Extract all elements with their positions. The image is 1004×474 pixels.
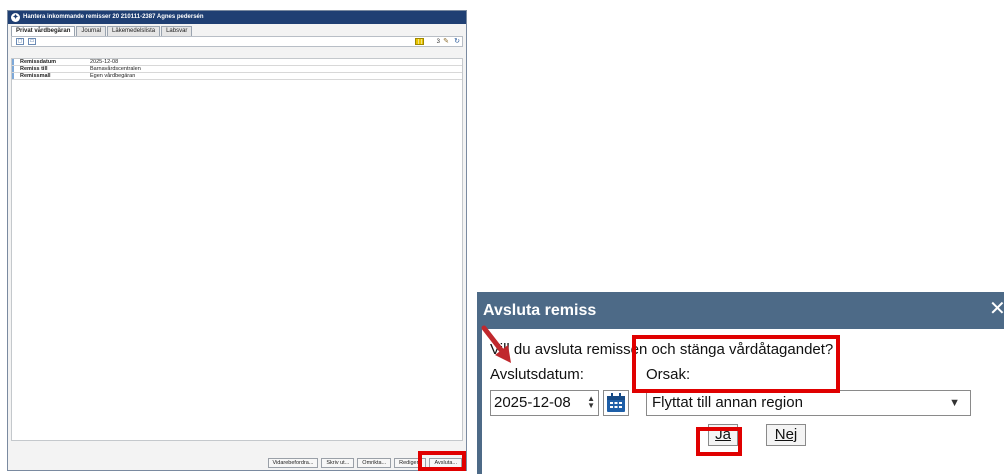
highlight-orsak-field [632, 335, 840, 393]
toolbar: ▢ ▭ 3 ✎ ↻ [11, 36, 463, 47]
referral-details: Remissdatum 2025-12-08 Remiss till Barna… [11, 58, 463, 441]
field-value: Egen vårdbegäran [90, 73, 136, 79]
close-icon[interactable]: ✕ [989, 299, 1004, 319]
field-label: Remiss till [12, 66, 90, 72]
avslutsdatum-input[interactable]: 2025-12-08 ▲ ▼ [490, 390, 599, 416]
window-title-bar: ✦ Hantera inkommande remisser 20 210111-… [8, 11, 466, 24]
field-row: Remissdatum 2025-12-08 [12, 59, 462, 66]
highlight-ja-button [696, 427, 742, 456]
note-icon[interactable]: ▢ [16, 38, 24, 45]
omrikta-button[interactable]: Omrikta... [357, 458, 392, 468]
field-value: 2025-12-08 [90, 59, 119, 65]
vidarebefordra-button[interactable]: Vidarebefordra... [267, 458, 319, 468]
comment-icon[interactable]: ▭ [28, 38, 36, 45]
field-value: Barnavårdscentralen [90, 66, 141, 72]
refresh-icon[interactable]: ↻ [454, 37, 460, 45]
toolbar-count: 3 [436, 39, 440, 45]
window-title: Hantera inkommande remisser 20 210111-23… [23, 14, 204, 20]
nej-button[interactable]: Nej [766, 424, 806, 446]
edit-icon[interactable]: ✎ [443, 37, 449, 45]
spinner-icon[interactable]: ▲ ▼ [587, 395, 595, 410]
bars-icon[interactable] [415, 38, 424, 45]
field-label: Remissmall [12, 73, 90, 79]
calendar-button[interactable] [603, 390, 629, 416]
skriv-ut-button[interactable]: Skriv ut... [321, 458, 355, 468]
footer-buttons: Vidarebefordra... Skriv ut... Omrikta...… [8, 457, 466, 470]
nej-label: Nej [774, 426, 798, 443]
calendar-icon [607, 393, 625, 412]
tab-labsvar[interactable]: Labsvar [161, 26, 193, 36]
tab-journal[interactable]: Journal [76, 26, 107, 36]
field-row: Remiss till Barnavårdscentralen [12, 66, 462, 73]
tab-bar: Privat vårdbegäran Journal Läkemedelslis… [8, 26, 466, 36]
field-row: Remissmall Egen vårdbegäran [12, 73, 462, 80]
dropdown-arrow-icon[interactable]: ▼ [949, 391, 960, 415]
field-label: Remissdatum [12, 59, 90, 65]
main-window: ✦ Hantera inkommande remisser 20 210111-… [7, 10, 467, 471]
orsak-selected-value: Flyttat till annan region [652, 394, 803, 411]
app-icon: ✦ [11, 13, 20, 22]
highlight-avsluta-button [418, 451, 466, 471]
date-value: 2025-12-08 [494, 394, 571, 411]
pointer-arrow-icon [481, 325, 511, 363]
tab-privat-vardbegaran[interactable]: Privat vårdbegäran [11, 26, 76, 36]
avslutsdatum-label: Avslutsdatum: [490, 366, 584, 383]
orsak-select[interactable]: Flyttat till annan region ▼ [646, 390, 971, 416]
dialog-title: Avsluta remiss [483, 302, 597, 319]
tab-lakemedelslista[interactable]: Läkemedelslista [107, 26, 161, 36]
